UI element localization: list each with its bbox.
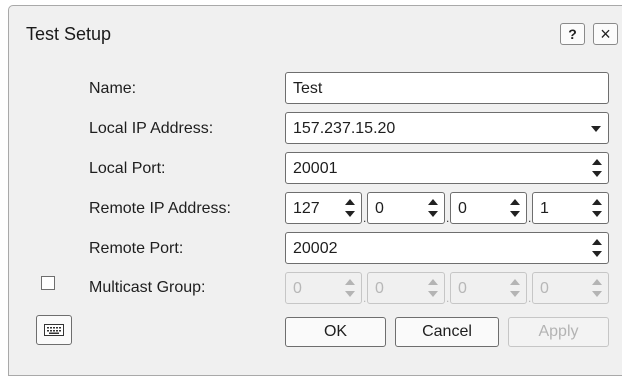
local-port-value: 20001 [293, 160, 338, 177]
close-button[interactable]: × [593, 23, 618, 45]
spin-arrows-icon[interactable] [592, 159, 602, 177]
ip-separator: . [363, 291, 367, 305]
apply-button: Apply [508, 317, 609, 347]
remote-port-value: 20002 [293, 240, 338, 257]
cancel-button[interactable]: Cancel [395, 317, 499, 347]
remote-ip-octet-4[interactable]: 1 [532, 192, 609, 224]
multicast-octet-4: 0 [532, 272, 609, 304]
octet-value: 127 [293, 200, 320, 217]
spin-arrows-icon[interactable] [345, 199, 355, 217]
ok-button[interactable]: OK [285, 317, 386, 347]
local-ip-value: 157.237.15.20 [293, 120, 396, 137]
ip-separator: . [528, 211, 532, 225]
dialog-title: Test Setup [26, 24, 112, 44]
spin-arrows-icon[interactable] [592, 199, 602, 217]
octet-value: 0 [458, 280, 467, 297]
close-icon: × [600, 23, 611, 44]
multicast-octet-1: 0 [285, 272, 362, 304]
local-port-label: Local Port: [89, 160, 166, 177]
keyboard-button[interactable] [36, 315, 72, 345]
spin-arrows-icon [428, 279, 438, 297]
spin-arrows-icon [510, 279, 520, 297]
help-button[interactable]: ? [560, 23, 585, 45]
spin-arrows-icon[interactable] [428, 199, 438, 217]
remote-port-spinbox[interactable]: 20002 [285, 232, 609, 264]
octet-value: 1 [540, 200, 549, 217]
spin-arrows-icon[interactable] [510, 199, 520, 217]
ip-separator: . [446, 211, 450, 225]
ip-separator: . [446, 291, 450, 305]
local-ip-select[interactable]: 157.237.15.20 [285, 112, 609, 144]
octet-value: 0 [540, 280, 549, 297]
name-input[interactable]: Test [285, 72, 609, 104]
remote-ip-label: Remote IP Address: [89, 200, 231, 217]
multicast-octet-2: 0 [367, 272, 445, 304]
remote-ip-octet-3[interactable]: 0 [450, 192, 527, 224]
remote-ip-octet-2[interactable]: 0 [367, 192, 445, 224]
remote-port-label: Remote Port: [89, 240, 184, 257]
local-port-spinbox[interactable]: 20001 [285, 152, 609, 184]
multicast-label: Multicast Group: [89, 279, 206, 296]
octet-value: 0 [375, 200, 384, 217]
octet-value: 0 [293, 280, 302, 297]
remote-ip-octet-1[interactable]: 127 [285, 192, 362, 224]
name-value: Test [293, 80, 323, 97]
spin-arrows-icon [345, 279, 355, 297]
name-label: Name: [89, 80, 137, 97]
multicast-checkbox[interactable] [41, 276, 55, 290]
octet-value: 0 [458, 200, 467, 217]
spin-arrows-icon[interactable] [592, 239, 602, 257]
spin-arrows-icon [592, 279, 602, 297]
ip-separator: . [528, 291, 532, 305]
chevron-down-icon [591, 126, 601, 132]
keyboard-icon [44, 324, 64, 336]
octet-value: 0 [375, 280, 384, 297]
test-setup-dialog: Test Setup ? × Name: Test Local IP Addre… [8, 5, 622, 376]
multicast-octet-3: 0 [450, 272, 527, 304]
ip-separator: . [363, 211, 367, 225]
local-ip-label: Local IP Address: [89, 120, 214, 137]
